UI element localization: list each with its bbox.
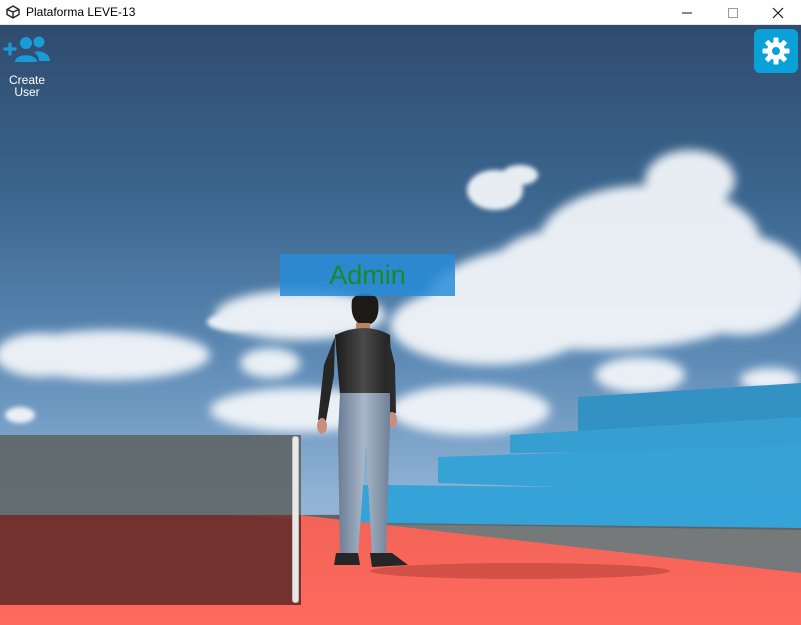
close-icon (772, 7, 784, 18)
gear-icon (762, 37, 790, 65)
unity-icon (6, 5, 20, 19)
panel-scroll-area[interactable] (0, 435, 301, 605)
maximize-button[interactable] (710, 0, 756, 25)
app-window: Plataforma LEVE-13 Create User Admin (0, 0, 801, 625)
add-user-icon (3, 36, 50, 62)
maximize-icon (728, 7, 738, 18)
create-user-button[interactable]: Create User (2, 35, 52, 98)
game-viewport[interactable]: Create User Admin (0, 25, 801, 625)
character-shadow (370, 563, 670, 579)
player-name: Admin (329, 259, 406, 290)
minimize-icon (682, 12, 692, 13)
window-title: Plataforma LEVE-13 (26, 5, 136, 19)
create-user-label: Create User (2, 74, 52, 98)
minimize-button[interactable] (664, 0, 710, 25)
create-user-label-line2: User (14, 85, 40, 99)
settings-button[interactable] (754, 29, 798, 73)
panel-scrollbar[interactable] (292, 436, 299, 603)
close-button[interactable] (755, 0, 801, 25)
player-name-tag: Admin (280, 254, 455, 296)
title-bar: Plataforma LEVE-13 (0, 0, 801, 25)
